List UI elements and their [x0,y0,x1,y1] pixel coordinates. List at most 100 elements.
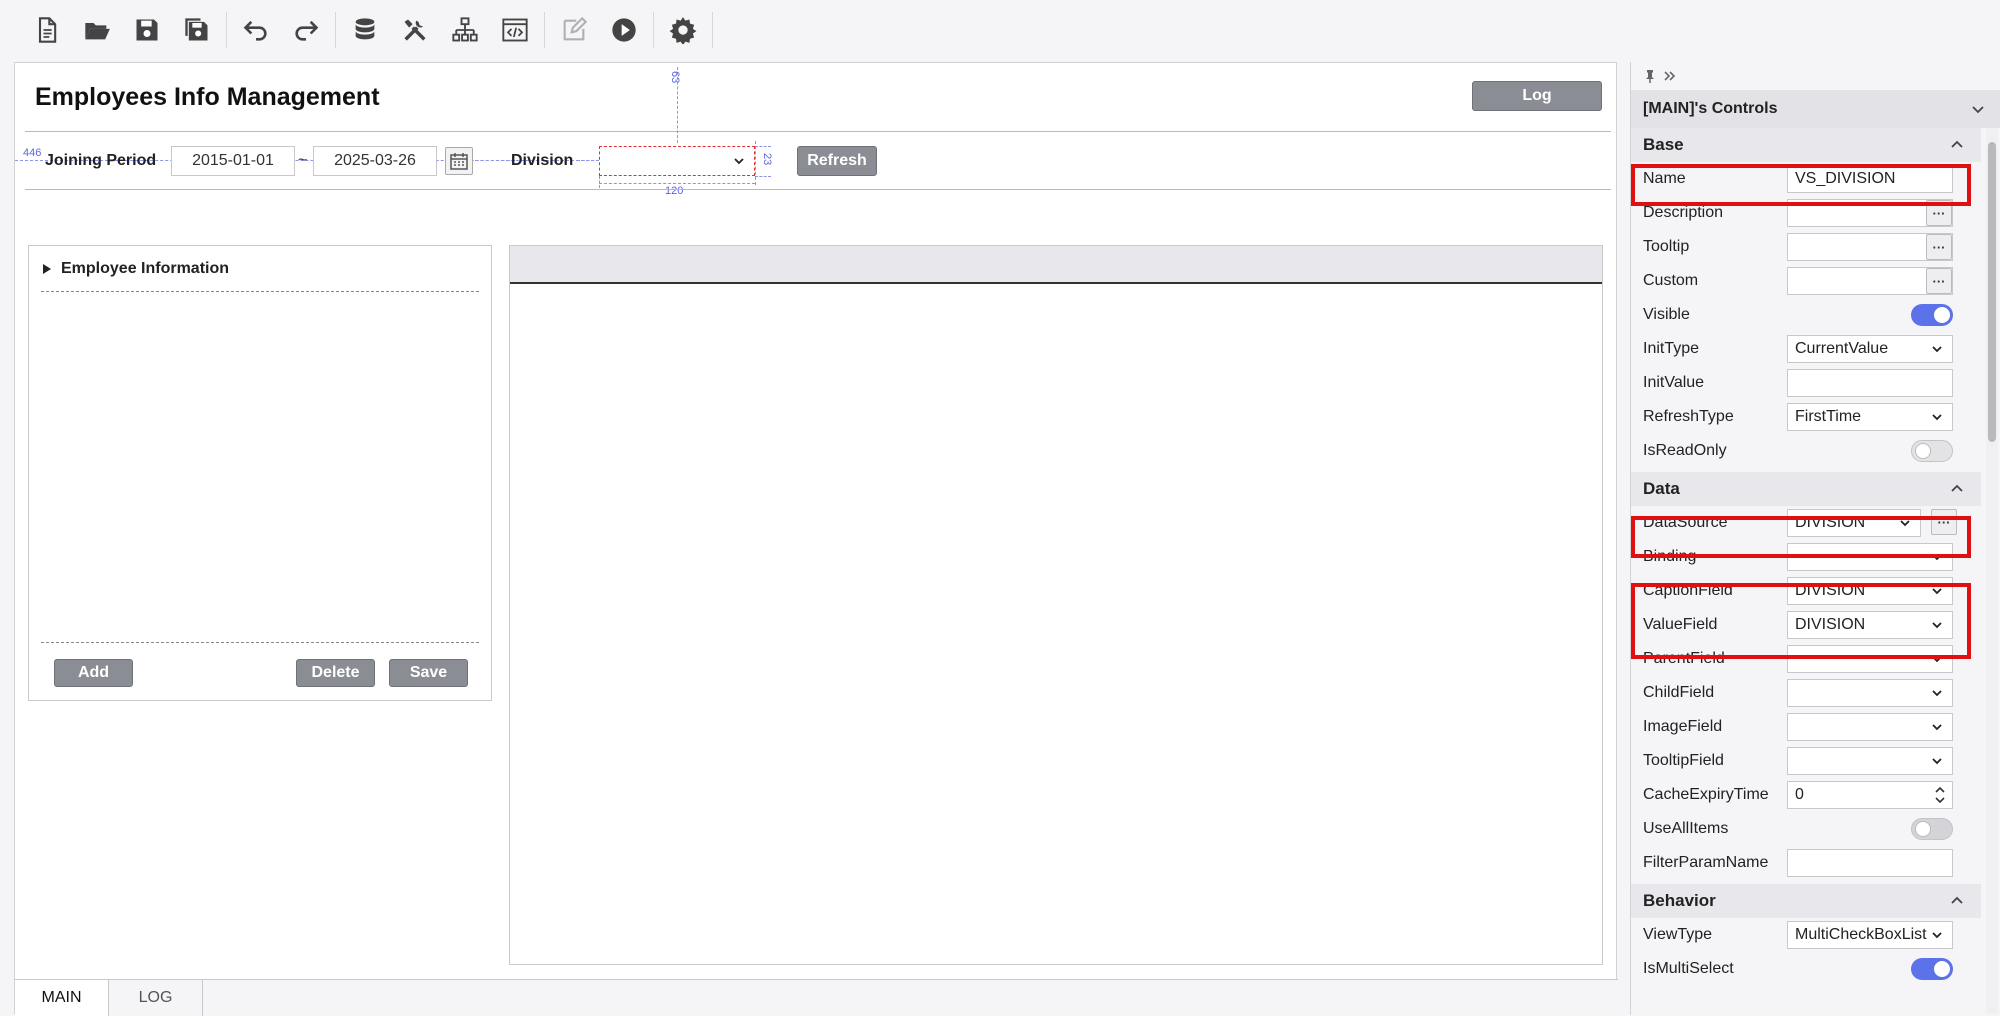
prop-label: TooltipField [1643,752,1724,769]
add-button[interactable]: Add [54,659,133,687]
log-button[interactable]: Log [1472,81,1602,111]
description-input[interactable]: ··· [1787,199,1953,227]
new-file-button[interactable] [22,5,72,55]
calendar-button[interactable] [445,147,473,175]
division-select[interactable] [599,146,755,176]
data-grid[interactable] [509,245,1603,965]
properties-scrollbar[interactable] [1986,128,1998,1014]
prop-label: ImageField [1643,718,1723,735]
section-base[interactable]: Base [1631,128,1981,162]
pin-icon[interactable] [1643,69,1657,83]
tooltipfield-select[interactable] [1787,747,1953,775]
cacheexpirytime-stepper[interactable]: 0 [1787,781,1953,809]
cacheexpirytime-value: 0 [1795,786,1804,803]
redo-button[interactable] [281,5,331,55]
refreshtype-select[interactable]: FirstTime [1787,403,1953,431]
prop-label: Visible [1643,306,1690,323]
date-from-input[interactable]: 2015-01-01 [171,146,295,176]
childfield-select[interactable] [1787,679,1953,707]
chevron-up-icon [1951,896,1963,904]
employee-info-panel: Employee Information Add Delete Save [28,245,492,701]
description-ellipsis-button[interactable]: ··· [1926,200,1952,226]
guide-left-dimension: 446 [23,147,42,159]
refreshtype-value: FirstTime [1795,408,1862,425]
prop-row-description: Description ··· [1631,196,1981,230]
chevron-down-icon [1932,414,1942,421]
save-all-button[interactable] [172,5,222,55]
valuefield-value: DIVISION [1795,616,1866,633]
prop-label: FilterParamName [1643,854,1769,871]
grid-header [510,246,1602,284]
properties-header[interactable]: [MAIN]'s Controls [1631,90,2000,128]
parentfield-select[interactable] [1787,645,1953,673]
design-canvas[interactable]: Employees Info Management Log 63 446 23 … [14,62,1618,1016]
useallitems-toggle[interactable] [1911,818,1953,840]
ismultiselect-toggle[interactable] [1911,958,1953,980]
gear-icon [669,17,697,44]
edit-button[interactable] [549,5,599,55]
save-form-button[interactable]: Save [389,659,468,687]
undo-button[interactable] [231,5,281,55]
visible-toggle[interactable] [1911,304,1953,326]
tab-main[interactable]: MAIN [15,980,109,1016]
open-folder-button[interactable] [72,5,122,55]
chevron-down-icon [1932,554,1942,561]
datasource-select[interactable]: DIVISION [1787,509,1921,537]
employee-info-header[interactable]: Employee Information [41,260,229,278]
prop-label: UseAllItems [1643,820,1729,837]
tooltip-ellipsis-button[interactable]: ··· [1926,234,1952,260]
toggle-knob [1934,961,1950,977]
prop-label: InitValue [1643,374,1705,391]
guide-line-horizontal [475,160,515,161]
delete-button[interactable]: Delete [296,659,375,687]
hierarchy-button[interactable] [440,5,490,55]
new-file-icon [38,17,57,43]
date-to-input[interactable]: 2025-03-26 [313,146,437,176]
tab-log[interactable]: LOG [109,980,203,1016]
tools-icon [404,19,426,41]
prop-row-visible: Visible [1631,298,1981,332]
settings-button[interactable] [658,5,708,55]
section-data[interactable]: Data [1631,472,1981,506]
chevron-down-icon [1932,690,1942,697]
chevron-down-icon [1932,656,1942,663]
prop-row-captionfield: CaptionField DIVISION [1631,574,1981,608]
prop-label: Description [1643,204,1724,221]
scrollbar-thumb[interactable] [1988,142,1996,442]
name-input[interactable]: VS_DIVISION [1787,165,1953,193]
valuefield-select[interactable]: DIVISION [1787,611,1953,639]
filterparamname-input[interactable] [1787,849,1953,877]
initvalue-input[interactable] [1787,369,1953,397]
tools-button[interactable] [390,5,440,55]
captionfield-select[interactable]: DIVISION [1787,577,1953,605]
isreadonly-toggle[interactable] [1911,440,1953,462]
run-button[interactable] [599,5,649,55]
imagefield-select[interactable] [1787,713,1953,741]
section-behavior[interactable]: Behavior [1631,884,1981,918]
divider [25,189,1611,190]
database-button[interactable] [340,5,390,55]
refresh-button[interactable]: Refresh [797,146,877,176]
inittype-select[interactable]: CurrentValue [1787,335,1953,363]
datasource-ellipsis-button[interactable]: ··· [1931,509,1957,535]
edit-icon [563,16,588,41]
properties-panel: [MAIN]'s Controls Base Name VS_DIVISION … [1630,62,2000,1015]
prop-row-imagefield: ImageField [1631,710,1981,744]
chevron-up-icon [1951,140,1963,148]
tooltip-input[interactable]: ··· [1787,233,1953,261]
prop-row-tooltip: Tooltip ··· [1631,230,1981,264]
custom-input[interactable]: ··· [1787,267,1953,295]
page-title: Employees Info Management [35,83,380,111]
binding-select[interactable] [1787,543,1953,571]
viewtype-select[interactable]: MultiCheckBoxList [1787,921,1953,949]
guide-line-horizontal [755,176,771,177]
toolbar-separator [335,12,336,48]
save-button[interactable] [122,5,172,55]
stepper-arrows-icon[interactable] [1934,785,1946,805]
guide-line-vertical [755,141,756,185]
toggle-knob [1915,443,1931,459]
custom-ellipsis-button[interactable]: ··· [1926,268,1952,294]
double-chevron-right-icon[interactable] [1663,69,1677,83]
prop-row-ismultiselect: IsMultiSelect [1631,952,1981,986]
code-view-button[interactable] [490,5,540,55]
